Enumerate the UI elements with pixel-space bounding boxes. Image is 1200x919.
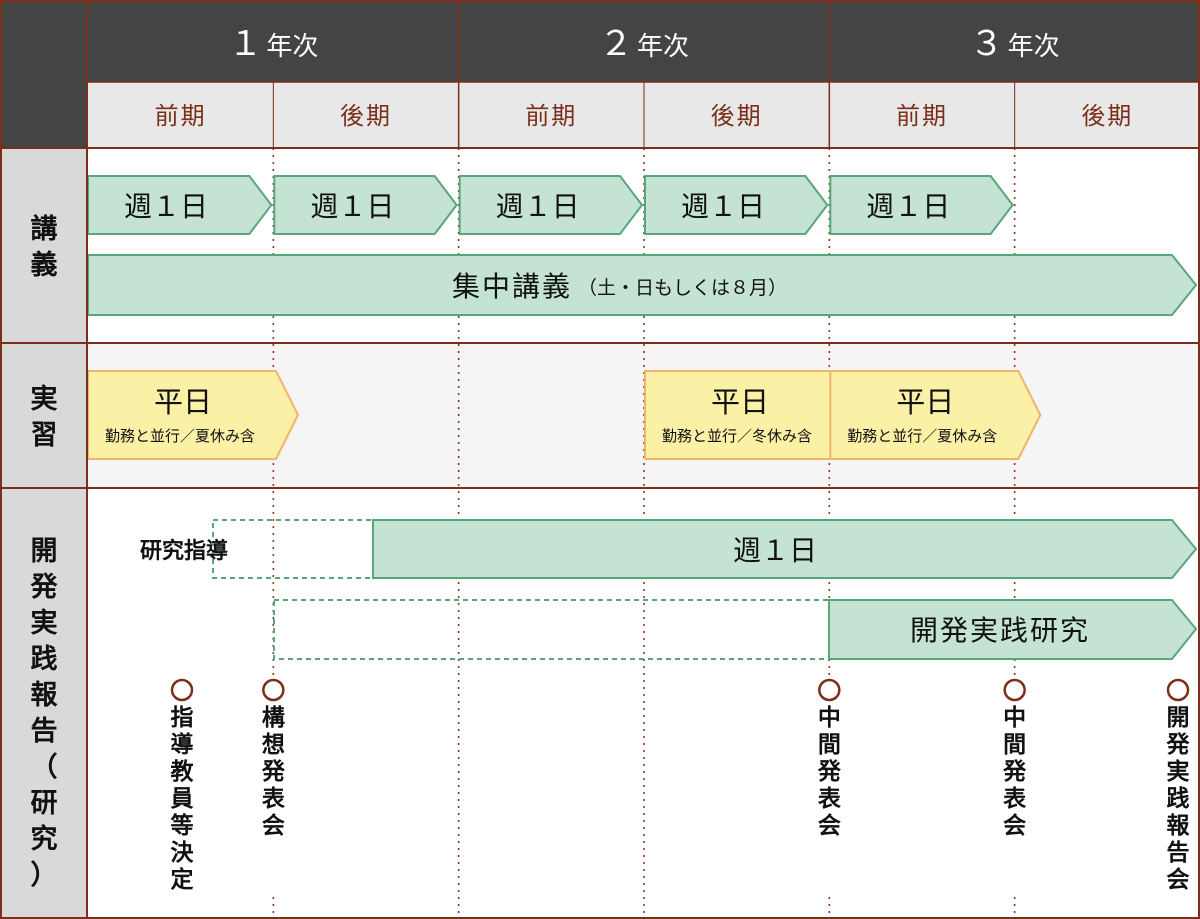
practice-title: 平日	[896, 385, 954, 419]
milestone-label-char: 発	[817, 759, 842, 785]
milestone-label-char: 報	[1167, 812, 1191, 839]
lecture-weekly-label: 週１日	[496, 190, 580, 223]
research-weekly-label: 週１日	[733, 534, 817, 567]
milestone-label-char: 定	[171, 866, 194, 893]
milestone-label-char: 想	[262, 732, 285, 758]
lecture-weekly-label: 週１日	[681, 190, 765, 223]
term-header-label: 後期	[711, 102, 763, 130]
practice-subtitle: 勤務と並行／冬休み含	[662, 427, 812, 445]
milestone-label-char: 開	[1167, 705, 1190, 731]
milestone-label-char: 等	[171, 812, 194, 839]
lecture-weekly-block: 週１日	[273, 175, 458, 235]
practice-block: 平日勤務と並行／冬休み含	[643, 370, 857, 460]
milestone-label-char: 間	[1003, 732, 1026, 758]
year-suffix: 年次	[637, 32, 689, 62]
milestone-marker	[170, 678, 194, 702]
milestone-label: 構想発表会	[261, 705, 286, 839]
research-guidance-label: 研究指導	[140, 538, 228, 564]
lecture-weekly-label: 週１日	[124, 190, 208, 223]
milestone-label-char: 指	[171, 705, 194, 731]
year-suffix: 年次	[266, 32, 318, 62]
milestone-label-char: 会	[1167, 866, 1190, 893]
milestone-label: 開発実践報告会	[1166, 705, 1191, 893]
row-label-char: 実	[31, 383, 58, 415]
milestone-label-char: 実	[1167, 758, 1190, 785]
milestone-label-char: 決	[171, 840, 195, 866]
milestone-label-char: 導	[171, 731, 194, 758]
lecture-weekly-block: 週１日	[458, 175, 644, 235]
lecture-weekly-block: 週１日	[87, 175, 273, 235]
row-label-char: 開	[31, 536, 58, 567]
milestone-marker	[262, 678, 285, 702]
milestone-label-char: 告	[1167, 840, 1190, 866]
milestone-label-char: 会	[818, 812, 841, 839]
row-label-char: 践	[31, 644, 58, 675]
row-label-char: 講	[31, 213, 58, 245]
term-header-label: 後期	[1081, 102, 1133, 130]
practice-subtitle: 勤務と並行／夏休み含	[847, 427, 997, 445]
intensive-lecture-note: （土・日もしくは８月）	[578, 277, 787, 299]
milestone-marker	[818, 678, 841, 702]
row-label-char: 報	[31, 680, 59, 711]
milestone-label-char: 表	[262, 786, 286, 812]
lecture-weekly-label: 週１日	[310, 190, 394, 223]
practice-title: 平日	[711, 385, 769, 419]
project-research-label: 開発実践研究	[910, 614, 1090, 647]
year-number: ２	[599, 24, 633, 64]
row-label-char: 究	[31, 823, 58, 855]
practice-block: 平日勤務と並行／夏休み含	[87, 370, 300, 460]
milestone-label-char: 中	[1003, 705, 1026, 731]
term-header-label: 前期	[896, 102, 948, 130]
milestone-marker	[1166, 678, 1190, 702]
milestone: 中間発表会	[816, 675, 843, 895]
lecture-weekly-block: 週１日	[829, 175, 1014, 235]
milestone-label-char: 践	[1167, 786, 1190, 812]
practice-title: 平日	[154, 385, 212, 419]
row-label-char: 実	[31, 607, 58, 639]
milestone: 中間発表会	[1001, 675, 1028, 895]
curriculum-timeline-diagram: １ 年次 ２ 年次 ３ 年次前期 後期 前期 後期 前期 後期 講義 実習 開発実践報告（研究） 週…	[0, 0, 1200, 919]
milestone-label-char: 中	[818, 705, 841, 731]
milestone: 開発実践報告会	[1165, 675, 1191, 895]
milestone-marker	[1003, 678, 1026, 702]
year-suffix: 年次	[1008, 32, 1060, 62]
milestone-label-char: 表	[818, 786, 842, 812]
practice-subtitle: 勤務と並行／夏休み含	[105, 427, 255, 445]
milestone-label-char: 教	[171, 758, 195, 785]
milestone-label-char: 発	[1166, 732, 1191, 758]
milestone-label-char: 間	[818, 732, 841, 758]
milestone-label-char: 会	[262, 812, 285, 839]
term-header-label: 前期	[525, 102, 577, 130]
lecture-weekly-block: 週１日	[643, 175, 829, 235]
row-label-char: 告	[31, 716, 58, 747]
row-label-char: 研	[31, 788, 58, 819]
milestone-label: 指導教員等決定	[171, 705, 195, 893]
corner-cell	[0, 0, 88, 148]
practice-block: 平日勤務と並行／夏休み含	[829, 370, 1042, 460]
milestone-label-char: 員	[171, 786, 194, 812]
term-header-label: 後期	[340, 102, 392, 130]
milestone-label-char: 会	[1003, 812, 1026, 839]
milestone: 指導教員等決定	[169, 675, 195, 895]
milestone-label-char: 構	[262, 705, 285, 731]
lecture-weekly-blocks: 週１日 週１日 週１日 週１日 週１日	[87, 175, 1014, 235]
year-number: １	[228, 24, 262, 64]
row-label-char: 発	[30, 572, 59, 603]
milestone-label-char: 表	[1003, 786, 1027, 812]
intensive-lecture-label: 集中講義	[452, 270, 572, 303]
year-number: ３	[970, 24, 1004, 64]
term-header-label: 前期	[155, 102, 207, 130]
milestone: 構想発表会	[260, 675, 287, 895]
row-label-char: ）	[31, 860, 58, 891]
milestone-label-char: 発	[261, 759, 286, 785]
milestone-label: 中間発表会	[817, 705, 842, 839]
milestone-label: 中間発表会	[1002, 705, 1027, 839]
lecture-weekly-label: 週１日	[866, 190, 950, 223]
row-label-char: （	[31, 752, 58, 783]
milestone-label-char: 発	[1002, 759, 1027, 785]
row-label-char: 習	[31, 420, 58, 451]
row-label-char: 義	[31, 249, 58, 281]
